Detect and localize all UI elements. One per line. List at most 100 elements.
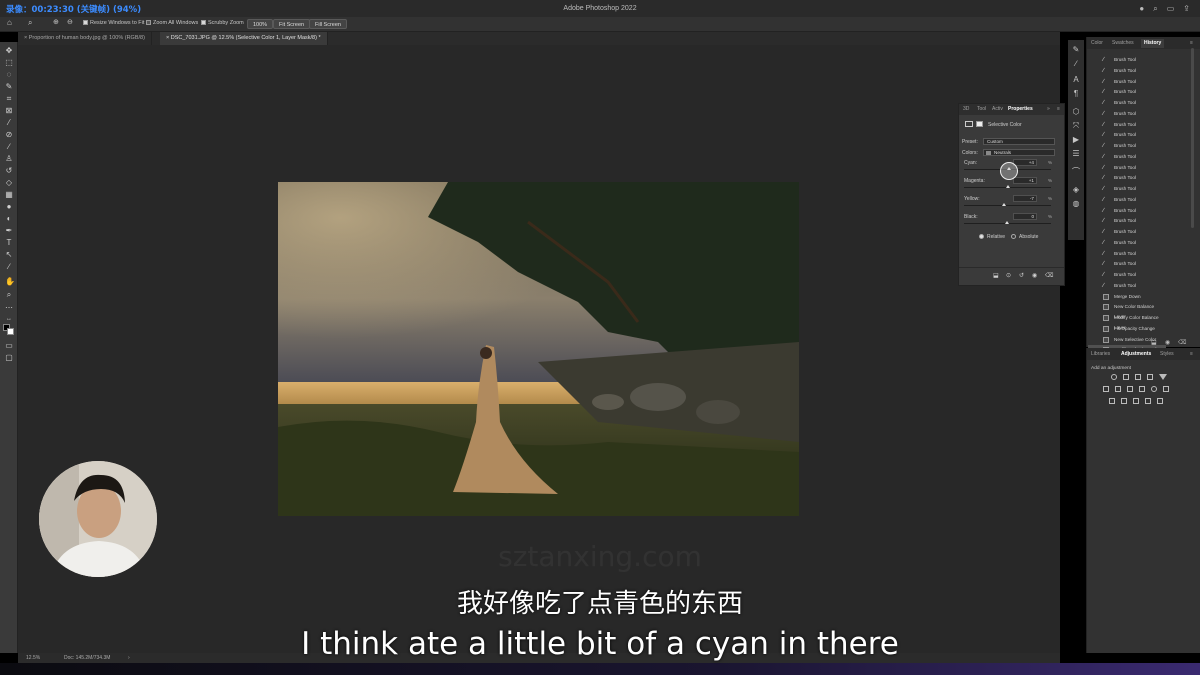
curves-icon[interactable] (1135, 374, 1141, 380)
collapse-icon[interactable]: » (1047, 106, 1050, 112)
shape-tool-icon[interactable]: ∕ (5, 263, 13, 271)
document-photo[interactable] (278, 182, 799, 516)
tab-properties[interactable]: Properties (1008, 106, 1033, 112)
pen-tool-icon[interactable]: ✒ (5, 227, 13, 235)
tab-dsc7031[interactable]: × DSC_7031.JPG @ 12.5% (Selective Color … (160, 32, 328, 45)
magenta-slider-thumb[interactable] (1006, 185, 1010, 188)
history-item[interactable]: ∕ Brush Tool (1088, 195, 1166, 206)
snapshot-icon[interactable]: ◉ (1165, 339, 1170, 346)
new-doc-from-state-icon[interactable]: ⬓ (1151, 339, 1157, 346)
vibrance-icon[interactable] (1159, 374, 1167, 380)
cyan-value[interactable]: +4 (1013, 159, 1037, 166)
history-item[interactable]: ∕ Brush Tool (1088, 120, 1166, 131)
brush-tool-icon[interactable]: ∕ (5, 143, 13, 151)
history-item[interactable]: ∕ Brush Tool (1088, 55, 1166, 66)
crop-tool-icon[interactable]: ⌗ (5, 95, 13, 103)
tab-swatches[interactable]: Swatches (1112, 40, 1134, 46)
search-icon[interactable]: ⌕ (1153, 4, 1157, 14)
history-brush-tool-icon[interactable]: ↺ (5, 167, 13, 175)
share-icon[interactable]: ⇪ (1183, 4, 1190, 14)
history-item[interactable]: ∕ Brush Tool (1088, 77, 1166, 88)
history-item[interactable]: ∕ Brush Tool (1088, 173, 1166, 184)
relative-radio[interactable] (979, 234, 984, 239)
trash-icon[interactable]: ⌫ (1045, 272, 1053, 279)
history-item[interactable]: ∕ Brush Tool (1088, 270, 1166, 281)
tool-presets-icon[interactable]: ⤧ (1072, 122, 1080, 130)
hand-tool-icon[interactable]: ✋ (5, 278, 15, 286)
brushes-icon[interactable]: ∕ (1072, 60, 1080, 68)
color-balance-icon[interactable] (1115, 386, 1121, 392)
selective-color-icon[interactable] (1145, 398, 1151, 404)
tab-adjustments[interactable]: Adjustments (1121, 351, 1151, 357)
history-item[interactable]: ∕ Brush Tool (1088, 141, 1166, 152)
adjustments-menu-icon[interactable]: ≡ (1190, 351, 1193, 357)
invert-icon[interactable] (1109, 398, 1115, 404)
history-scrollbar[interactable] (1191, 48, 1194, 228)
history-menu-icon[interactable]: ≡ (1190, 40, 1193, 46)
history-item[interactable]: ∕ Brush Tool (1088, 206, 1166, 217)
yellow-value[interactable]: -7 (1013, 195, 1037, 202)
workspace-icon[interactable]: ▭ (1167, 4, 1175, 14)
history-item[interactable]: ∕ Brush Tool (1088, 163, 1166, 174)
history-item[interactable]: ∕ Brush Tool (1088, 66, 1166, 77)
history-trash-icon[interactable]: ⌫ (1178, 339, 1186, 346)
zoom-100-button[interactable]: 100% (247, 19, 274, 29)
history-item[interactable]: ∕ Brush Tool (1088, 238, 1166, 249)
history-item[interactable]: ∕ Brush Tool (1088, 259, 1166, 270)
gradient-tool-icon[interactable]: ▦ (5, 191, 13, 199)
tab-libraries[interactable]: Libraries (1091, 351, 1110, 357)
visibility-icon[interactable]: ◉ (1032, 272, 1037, 279)
brush-settings-icon[interactable]: ✎ (1072, 46, 1080, 54)
color-lookup-icon[interactable] (1163, 386, 1169, 392)
layer-mask-icon[interactable] (976, 121, 983, 127)
history-item[interactable]: New Color Balance Layer (1088, 302, 1166, 319)
black-white-icon[interactable] (1127, 386, 1133, 392)
panel-menu-icon[interactable]: ≡ (1057, 106, 1060, 112)
colors-dropdown[interactable]: Neutrals (983, 149, 1055, 156)
tab-color[interactable]: Color (1091, 40, 1103, 46)
brightness-icon[interactable] (1111, 374, 1117, 380)
more-tools-icon[interactable]: ⋯ (5, 304, 13, 312)
absolute-radio[interactable] (1011, 234, 1016, 239)
posterize-icon[interactable] (1121, 398, 1127, 404)
tab-close-icon[interactable]: × (24, 35, 27, 41)
resize-windows-checkbox[interactable]: Resize Windows to Fit (83, 20, 144, 26)
layers-icon[interactable]: ◈ (1072, 186, 1080, 194)
exposure-icon[interactable] (1147, 374, 1153, 380)
eyedropper-tool-icon[interactable]: ⁄ (5, 119, 13, 127)
history-item[interactable]: ∕ Brush Tool (1088, 227, 1166, 238)
threshold-icon[interactable] (1133, 398, 1139, 404)
tab-activity[interactable]: Activ (992, 106, 1003, 112)
type-tool-icon[interactable]: T (5, 239, 13, 247)
channel-mixer-icon[interactable] (1151, 386, 1157, 392)
lasso-tool-icon[interactable]: ◌ (5, 71, 13, 79)
history-item[interactable]: ∕ Brush Tool (1088, 98, 1166, 109)
properties-icon[interactable]: ☰ (1072, 150, 1080, 158)
history-item[interactable]: ∕ Brush Tool (1088, 109, 1166, 120)
history-item[interactable]: ∕ Brush Tool (1088, 130, 1166, 141)
actions-icon[interactable]: ▶ (1072, 136, 1080, 144)
move-tool-icon[interactable]: ✥ (5, 47, 13, 55)
background-color-swatch[interactable] (7, 328, 14, 335)
history-item[interactable]: ∕ Brush Tool (1088, 281, 1166, 292)
yellow-slider-track[interactable] (964, 205, 1051, 206)
paths-icon[interactable]: ⌒ (1072, 168, 1080, 176)
quick-select-tool-icon[interactable]: ✎ (5, 83, 13, 91)
home-icon[interactable]: ⌂ (7, 18, 12, 27)
levels-icon[interactable] (1123, 374, 1129, 380)
tab-close-icon[interactable]: × (166, 35, 169, 41)
zoom-tool-icon[interactable]: ⌕ (28, 18, 32, 28)
history-item[interactable]: Modify Color Balance Layer (1088, 313, 1166, 330)
screen-mode-icon[interactable]: ▢ (5, 354, 13, 362)
photo-filter-icon[interactable] (1139, 386, 1145, 392)
tab-history[interactable]: History (1141, 39, 1165, 48)
character-icon[interactable]: A (1072, 76, 1080, 84)
fill-screen-button[interactable]: Fill Screen (309, 19, 347, 29)
3d-icon[interactable]: ⬡ (1072, 108, 1080, 116)
marquee-tool-icon[interactable]: ⬚ (5, 59, 13, 67)
zoom-in-icon[interactable]: ⊕ (53, 18, 59, 26)
dodge-tool-icon[interactable]: ◐ (5, 215, 13, 223)
view-previous-icon[interactable]: ⊙ (1006, 272, 1011, 279)
history-item[interactable]: Merge Down (1088, 292, 1166, 303)
paragraph-icon[interactable]: ¶ (1072, 90, 1080, 98)
